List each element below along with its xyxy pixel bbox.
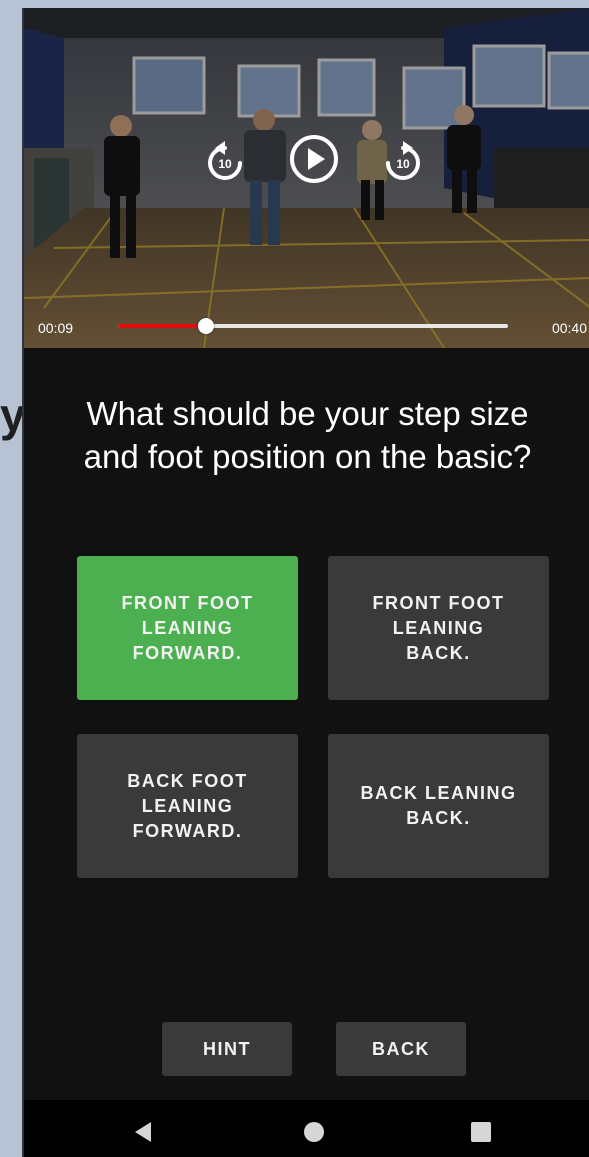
seek-bar[interactable] [118,318,508,334]
forward-10-icon: 10 [386,141,420,180]
play-button[interactable] [288,133,340,185]
nav-recents-icon [471,1122,491,1142]
replay-10-icon: 10 [208,141,242,180]
screenshot-stage: y 10 10 00:09 00:40 What should be your … [0,0,589,1157]
video-controls: 10 10 00:09 00:40 [24,8,589,348]
answer-line: BACK LEANING [360,783,517,803]
answer-line: FORWARD. [132,820,243,841]
rewind-seconds-label: 10 [218,157,232,171]
nav-back-button[interactable] [124,1112,164,1152]
answer-label: BACK LEANING BACK. [361,781,517,831]
answer-line: LEANING [141,617,234,638]
phone-screen: 10 10 00:09 00:40 What should be your st… [22,8,589,1157]
play-circle-icon [290,135,338,183]
seek-played-track [118,324,206,328]
answer-line: BACK. [406,642,471,663]
answer-label: FRONT FOOT LEANING FORWARD. [122,591,254,666]
forward-seconds-label: 10 [396,157,410,171]
seek-thumb[interactable] [197,318,214,334]
android-nav-bar [24,1100,589,1157]
answer-line: BACK. [406,808,471,828]
answer-option-1[interactable]: FRONT FOOT LEANING FORWARD. [77,556,298,700]
answer-line: FRONT FOOT [372,592,505,613]
answer-label: BACK FOOT LEANING FORWARD. [127,769,248,844]
answer-option-4[interactable]: BACK LEANING BACK. [328,734,549,878]
video-player[interactable]: 10 10 00:09 00:40 [24,8,589,348]
nav-home-icon [304,1122,324,1142]
total-time: 00:40 [551,320,587,336]
question-line-2: and foot position on the basic? [83,438,532,475]
nav-home-button[interactable] [294,1112,334,1152]
back-button[interactable]: BACK [336,1022,466,1076]
question-text: What should be your step size and foot p… [24,392,589,478]
answer-label: FRONT FOOT LEANING BACK. [373,591,505,666]
nav-back-icon [135,1122,151,1142]
hint-button[interactable]: HINT [162,1022,292,1076]
nav-recents-button[interactable] [461,1112,501,1152]
answer-option-2[interactable]: FRONT FOOT LEANING BACK. [328,556,549,700]
answer-line: FORWARD. [132,642,243,663]
answer-line: LEANING [392,617,485,638]
rewind-10-button[interactable]: 10 [202,140,248,186]
answer-line: LEANING [141,795,234,816]
answer-option-3[interactable]: BACK FOOT LEANING FORWARD. [77,734,298,878]
forward-10-button[interactable]: 10 [380,140,426,186]
answer-line: FRONT FOOT [121,592,254,613]
elapsed-time: 00:09 [38,320,74,336]
question-line-1: What should be your step size [86,395,529,432]
answer-line: BACK FOOT [127,770,248,791]
